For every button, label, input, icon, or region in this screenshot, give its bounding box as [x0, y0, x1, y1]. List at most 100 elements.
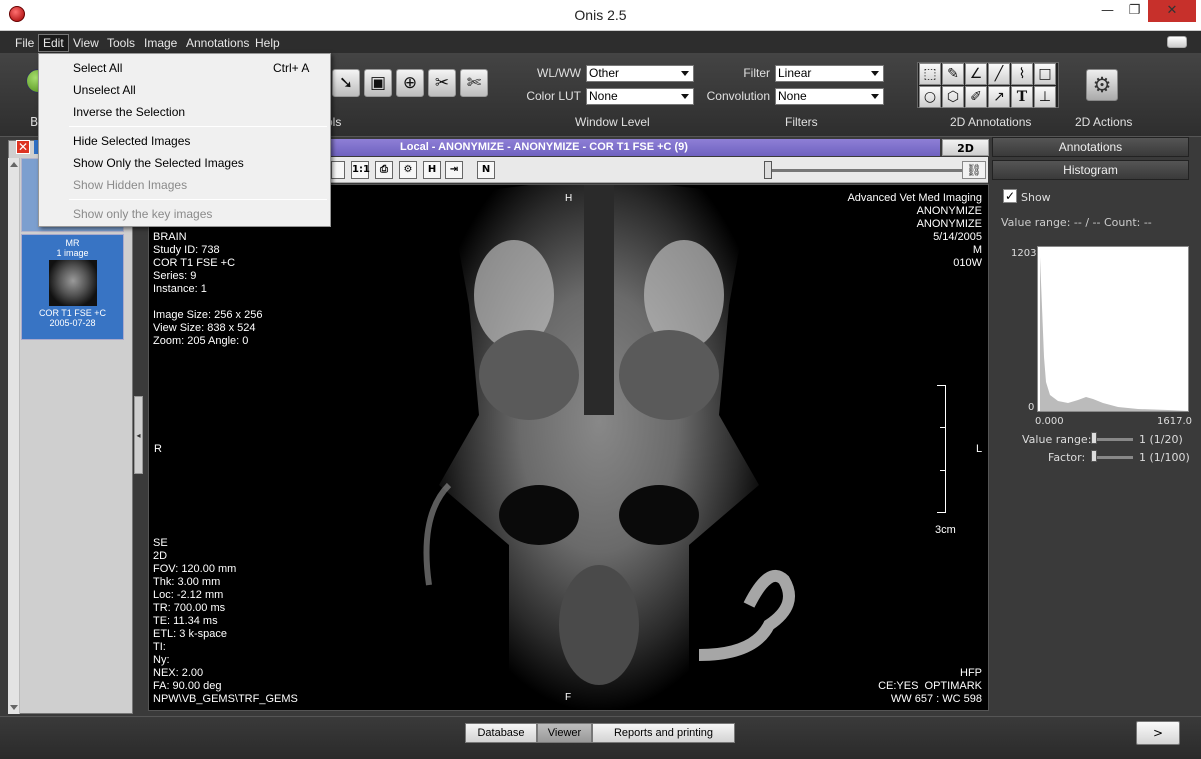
- menu-annotations[interactable]: Annotations: [182, 34, 253, 52]
- cut-paste-icon[interactable]: ✄: [460, 69, 488, 97]
- factor-value: 1 (1/100): [1139, 451, 1190, 464]
- filter-select[interactable]: Linear: [775, 65, 884, 82]
- convolution-select[interactable]: None: [775, 88, 884, 105]
- thumb-modality: MR: [65, 238, 80, 248]
- settings-gear-icon[interactable]: ⚙: [399, 161, 417, 179]
- select-cursor-icon[interactable]: ➘: [332, 69, 360, 97]
- annotations-tab[interactable]: Annotations: [992, 137, 1189, 157]
- hist-ymin: 0: [1028, 402, 1035, 413]
- line-icon[interactable]: ╱: [988, 63, 1010, 85]
- menu-edit[interactable]: Edit: [38, 34, 69, 52]
- maximize-button[interactable]: ❐: [1121, 0, 1148, 22]
- overlay-top-left: BRAIN Study ID: 738 COR T1 FSE +C Series…: [153, 231, 263, 347]
- menu-item-hide-selected[interactable]: Hide Selected Images: [73, 131, 190, 151]
- crosshair-icon[interactable]: ⊕: [396, 69, 424, 97]
- menu-file[interactable]: File: [11, 34, 38, 52]
- window-title: Onis 2.5: [574, 7, 627, 23]
- tab-viewer[interactable]: Viewer: [537, 723, 592, 743]
- next-button[interactable]: >: [1136, 721, 1180, 745]
- close-button[interactable]: ✕: [1148, 0, 1196, 22]
- menu-item-unselect-all[interactable]: Unselect All: [73, 80, 136, 100]
- orient-bottom: F: [565, 692, 572, 703]
- tab-reports[interactable]: Reports and printing: [592, 723, 735, 743]
- menu-item-inverse-selection[interactable]: Inverse the Selection: [73, 102, 185, 122]
- histogram-plot: [1037, 246, 1189, 412]
- scroll-up-icon[interactable]: [10, 162, 18, 167]
- fullscreen-toggle[interactable]: [1167, 36, 1187, 48]
- ruler-icon[interactable]: ✎: [942, 63, 964, 85]
- hist-xmax: 1617.0: [1157, 416, 1192, 427]
- histogram-tab[interactable]: Histogram: [992, 160, 1189, 180]
- factor-label: Factor:: [1048, 451, 1086, 464]
- print-icon[interactable]: ⎙: [375, 161, 393, 179]
- minimize-button[interactable]: —: [1094, 0, 1121, 22]
- tab-database[interactable]: Database: [465, 723, 537, 743]
- actions-group-label: 2D Actions: [1075, 115, 1133, 129]
- menu-item-show-only-selected[interactable]: Show Only the Selected Images: [73, 153, 244, 173]
- overlay-bottom-left: SE 2D FOV: 120.00 mm Thk: 3.00 mm Loc: -…: [153, 537, 298, 705]
- rect-select-icon[interactable]: ⬚: [919, 63, 941, 85]
- value-range-label: Value range:: [1022, 433, 1092, 446]
- value-range-slider[interactable]: [1093, 438, 1133, 441]
- frame-icon[interactable]: ▣: [364, 69, 392, 97]
- export-icon[interactable]: ⇥: [445, 161, 463, 179]
- layout-icon[interactable]: [331, 161, 345, 179]
- filter-label: Filter: [743, 66, 770, 80]
- one-to-one-button[interactable]: 1:1: [351, 161, 370, 179]
- filters-label: Filters: [785, 115, 818, 129]
- arrow-icon[interactable]: ↗: [988, 86, 1010, 108]
- h-flip-icon[interactable]: H: [423, 161, 441, 179]
- menu-view[interactable]: View: [69, 34, 103, 52]
- factor-thumb[interactable]: [1091, 450, 1097, 462]
- polygon-icon[interactable]: ⬡: [942, 86, 964, 108]
- text-icon[interactable]: T: [1011, 86, 1033, 108]
- scissors-icon[interactable]: ✂: [428, 69, 456, 97]
- gear-icon[interactable]: ⚙: [1086, 69, 1118, 101]
- n-icon[interactable]: N: [477, 161, 495, 179]
- menu-help[interactable]: Help: [251, 34, 284, 52]
- menu-bar: File Edit View Tools Image Annotations H…: [0, 31, 1201, 53]
- series-thumbnail[interactable]: MR 1 image COR T1 FSE +C 2005-07-28: [21, 234, 124, 340]
- link-icon[interactable]: ⛓: [962, 161, 986, 179]
- cobb-angle-icon[interactable]: ⊥: [1034, 86, 1056, 108]
- menu-separator: [69, 126, 327, 127]
- menu-tools[interactable]: Tools: [103, 34, 139, 52]
- rectangle-icon[interactable]: □: [1034, 63, 1056, 85]
- thumb-series: COR T1 FSE +C: [38, 308, 107, 318]
- convolution-label: Convolution: [706, 89, 770, 103]
- zoom-slider-track[interactable]: [768, 169, 978, 172]
- chevron-down-icon: [681, 71, 689, 76]
- image-viewport[interactable]: BRAIN Study ID: 738 COR T1 FSE +C Series…: [148, 184, 989, 711]
- menu-item-show-key-images: Show only the key images: [73, 207, 213, 221]
- chevron-down-icon: [681, 94, 689, 99]
- menu-image[interactable]: Image: [140, 34, 181, 52]
- close-panel-icon[interactable]: ✕: [16, 140, 30, 154]
- polyline-icon[interactable]: ⌇: [1011, 63, 1033, 85]
- show-checkbox[interactable]: ✓: [1003, 189, 1017, 203]
- orient-right: L: [976, 443, 983, 455]
- scroll-down-icon[interactable]: [10, 705, 18, 710]
- orient-left: R: [154, 443, 162, 455]
- panel-splitter[interactable]: ◂: [134, 396, 143, 474]
- series-scrollbar[interactable]: [8, 158, 20, 714]
- ellipse-icon[interactable]: ○: [919, 86, 941, 108]
- menu-item-select-all[interactable]: Select All: [73, 58, 122, 78]
- colorlut-label: Color LUT: [526, 89, 581, 103]
- window-level-label: Window Level: [575, 115, 650, 129]
- zoom-slider-thumb[interactable]: [764, 161, 772, 179]
- thumb-date: 2005-07-28: [49, 318, 96, 328]
- colorlut-select[interactable]: None: [586, 88, 694, 105]
- factor-slider[interactable]: [1093, 456, 1133, 459]
- show-label: Show: [1021, 191, 1051, 204]
- angle-icon[interactable]: ∠: [965, 63, 987, 85]
- value-range-thumb[interactable]: [1091, 432, 1097, 444]
- freehand-icon[interactable]: ✐: [965, 86, 987, 108]
- hist-xmin: 0.000: [1035, 416, 1064, 427]
- tab-2d[interactable]: 2D: [942, 139, 989, 156]
- annotations-group-label: 2D Annotations: [950, 115, 1032, 129]
- filter-value: Linear: [778, 66, 812, 80]
- wlww-select[interactable]: Other: [586, 65, 694, 82]
- wlww-value: Other: [589, 66, 620, 80]
- mri-image: [423, 185, 795, 710]
- hist-ymax: 1203: [1011, 248, 1037, 259]
